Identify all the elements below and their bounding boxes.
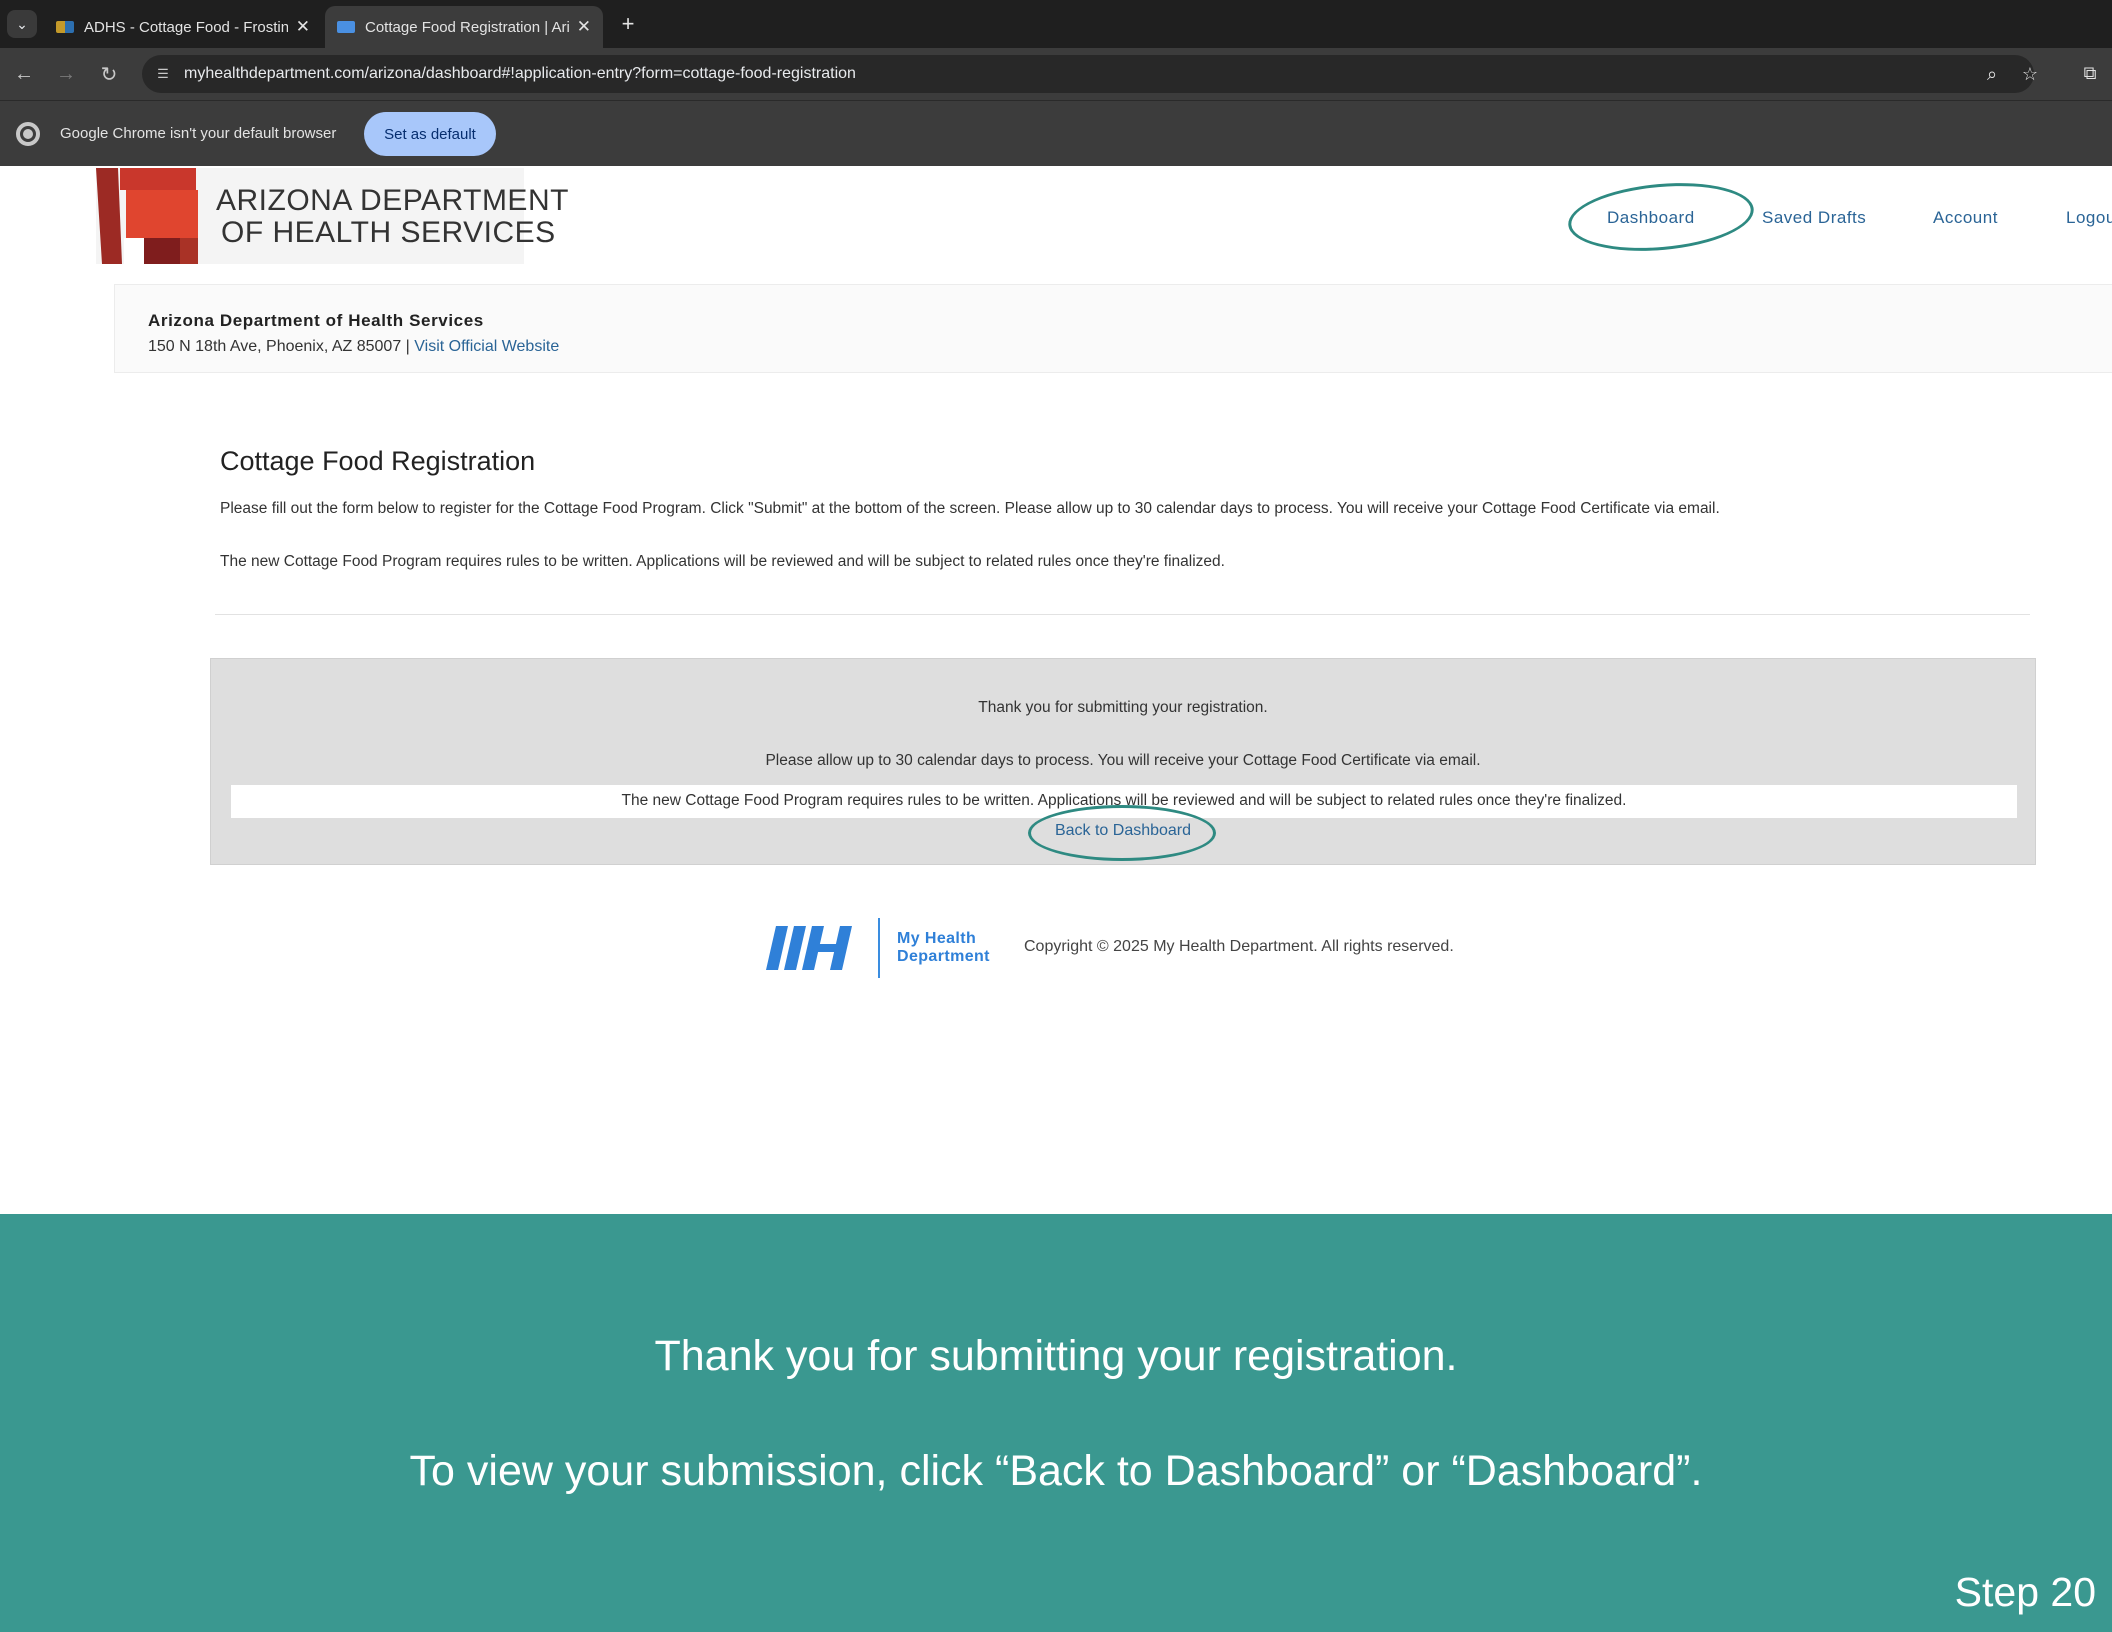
reload-icon[interactable]: ↻ <box>94 59 124 89</box>
browser-tab-adhs[interactable]: ADHS - Cottage Food - Frosting ✕ <box>44 6 322 48</box>
footer-brand-line2: Department <box>897 948 990 965</box>
nav-account[interactable]: Account <box>1933 208 1998 228</box>
nav-logout[interactable]: Logout <box>2066 208 2112 228</box>
confirmation-rules: The new Cottage Food Program requires ru… <box>231 785 2017 818</box>
site-info-icon[interactable]: ☰ <box>152 63 174 85</box>
logo-text-line1: ARIZONA DEPARTMENT <box>216 184 569 217</box>
bookmark-star-icon[interactable]: ☆ <box>2018 62 2042 86</box>
my-health-department-logo-icon <box>766 926 852 970</box>
tab-title: Cottage Food Registration | Arizona <box>365 18 569 36</box>
logo-text-line2: OF HEALTH SERVICES <box>221 216 556 249</box>
caption-line2: To view your submission, click “Back to … <box>409 1447 1703 1495</box>
back-arrow-icon[interactable]: ← <box>9 59 39 89</box>
form-rules-note: The new Cottage Food Program requires ru… <box>220 553 1225 570</box>
close-tab-icon[interactable]: ✕ <box>296 17 310 37</box>
agency-address: 150 N 18th Ave, Phoenix, AZ 85007 | Visi… <box>148 338 559 356</box>
page-footer: My Health Department Copyright © 2025 My… <box>766 916 1526 980</box>
confirmation-processing: Please allow up to 30 calendar days to p… <box>765 752 1481 769</box>
caption-line1: Thank you for submitting your registrati… <box>654 1332 1458 1380</box>
close-tab-icon[interactable]: ✕ <box>577 17 591 37</box>
confirmation-thanks: Thank you for submitting your registrati… <box>978 699 1268 716</box>
copyright-text: Copyright © 2025 My Health Department. A… <box>1024 938 1454 955</box>
step-number: Step 20 <box>1954 1569 2096 1615</box>
back-to-dashboard-link: Back to Dashboard <box>211 822 2035 840</box>
agency-info-bar: Arizona Department of Health Services 15… <box>114 284 2112 373</box>
mhd-favicon-icon <box>337 21 355 33</box>
zoom-magnifier-icon[interactable]: ⌕ <box>1980 62 2004 86</box>
adhs-logo[interactable]: ARIZONA DEPARTMENT OF HEALTH SERVICES <box>96 168 568 264</box>
confirmation-panel: Thank you for submitting your registrati… <box>210 658 2036 865</box>
visit-official-website-link[interactable]: Visit Official Website <box>414 338 559 355</box>
default-browser-infobar: Google Chrome isn't your default browser <box>0 100 2112 166</box>
url-text[interactable]: myhealthdepartment.com/arizona/dashboard… <box>184 65 856 83</box>
chrome-logo-icon <box>16 122 40 146</box>
page-title: Cottage Food Registration <box>220 446 536 476</box>
nav-saved-drafts[interactable]: Saved Drafts <box>1762 208 1866 228</box>
browser-tab-strip: ⌄ ADHS - Cottage Food - Frosting ✕ Cotta… <box>0 0 2112 48</box>
tab-title: ADHS - Cottage Food - Frosting <box>84 18 288 36</box>
forward-arrow-icon[interactable]: → <box>51 59 81 89</box>
footer-separator <box>878 918 880 978</box>
form-instructions: Please fill out the form below to regist… <box>220 500 1720 517</box>
browser-tab-cottage-food[interactable]: Cottage Food Registration | Arizona ✕ <box>325 6 603 48</box>
footer-brand-line1: My Health <box>897 930 977 947</box>
infobar-message: Google Chrome isn't your default browser <box>60 125 337 142</box>
extensions-puzzle-icon[interactable]: ⧉ <box>2076 59 2104 87</box>
tutorial-caption-banner: Thank you for submitting your registrati… <box>0 1214 2112 1632</box>
set-as-default-button[interactable]: Set as default <box>364 112 496 156</box>
nav-dashboard[interactable]: Dashboard <box>1607 208 1695 228</box>
address-bar[interactable]: ☰ myhealthdepartment.com/arizona/dashboa… <box>142 55 2038 93</box>
agency-name: Arizona Department of Health Services <box>148 311 484 330</box>
browser-toolbar: ← → ↻ ☰ myhealthdepartment.com/arizona/d… <box>0 48 2112 100</box>
arizona-favicon-icon <box>56 21 74 33</box>
adhs-logo-mark-icon <box>96 168 198 264</box>
back-to-dashboard-link-text[interactable]: Back to Dashboard <box>1055 822 1191 839</box>
agency-address-text: 150 N 18th Ave, Phoenix, AZ 85007 | <box>148 338 415 355</box>
new-tab-plus-icon[interactable]: + <box>614 10 642 38</box>
section-divider <box>215 614 2030 615</box>
tab-search-chevron-icon[interactable]: ⌄ <box>7 10 37 38</box>
